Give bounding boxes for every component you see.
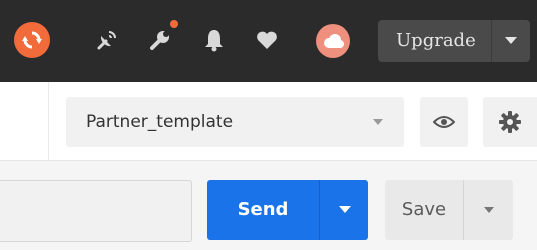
sync-status-button[interactable] [316, 24, 350, 58]
environment-select[interactable]: Partner_template [66, 97, 404, 147]
request-url-input[interactable] [0, 180, 192, 242]
upgrade-button[interactable]: Upgrade [378, 20, 530, 62]
manage-environments-button[interactable] [483, 97, 537, 147]
heart-icon [257, 31, 277, 49]
bell-icon [205, 30, 223, 52]
sync-button[interactable] [14, 22, 50, 58]
send-button[interactable]: Send [207, 180, 368, 240]
chevron-down-icon [505, 37, 517, 44]
satellite-icon [97, 31, 116, 50]
settings-wrench-button[interactable] [145, 25, 175, 55]
chevron-down-icon [373, 119, 383, 125]
chevron-down-icon [484, 206, 494, 213]
wrench-icon [150, 31, 169, 50]
cloud-icon [324, 34, 344, 48]
save-label: Save [401, 199, 447, 220]
upgrade-dropdown-toggle[interactable] [491, 20, 530, 62]
upgrade-label: Upgrade [396, 30, 476, 51]
save-options-toggle[interactable] [463, 180, 514, 240]
divider [48, 82, 49, 160]
send-label: Send [237, 199, 289, 220]
favorites-button[interactable] [252, 25, 282, 55]
environment-quick-look-button[interactable] [420, 97, 468, 147]
app-window: Upgrade Partner_template Send Save [0, 0, 537, 250]
notification-dot [170, 20, 178, 28]
chevron-down-icon [338, 206, 351, 213]
sync-icon [22, 31, 42, 49]
eye-icon [433, 116, 455, 128]
send-options-toggle[interactable] [319, 180, 369, 240]
interceptor-button[interactable] [92, 25, 122, 55]
gear-icon [499, 111, 521, 133]
header-bar: Upgrade [0, 0, 537, 82]
notifications-button[interactable] [199, 25, 229, 55]
environment-selected-value: Partner_template [86, 112, 234, 132]
save-button[interactable]: Save [385, 180, 513, 240]
